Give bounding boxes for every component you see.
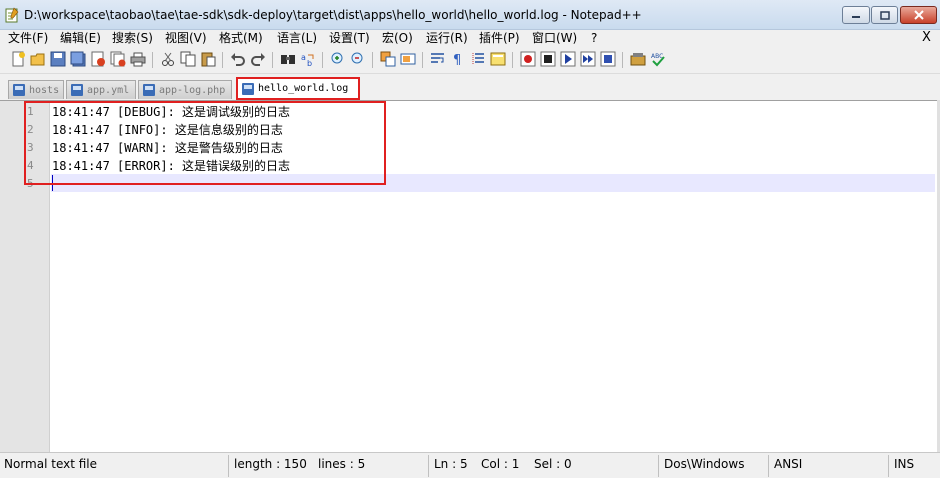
status-separator bbox=[428, 455, 429, 477]
tab-label: hello_world.log bbox=[258, 83, 349, 94]
spell-check-icon[interactable]: ABC bbox=[650, 51, 666, 67]
text-editor[interactable]: 1 2 3 4 5 18:41:47 [DEBUG]: 这是调试级别的日志 18… bbox=[0, 100, 937, 453]
menu-plugins[interactable]: 插件(P) bbox=[479, 30, 520, 46]
maximize-button[interactable] bbox=[871, 6, 898, 24]
svg-text:b: b bbox=[307, 59, 312, 67]
close-file-icon[interactable] bbox=[90, 51, 106, 67]
maximize-icon bbox=[879, 10, 890, 20]
status-separator bbox=[768, 455, 769, 477]
print-icon[interactable] bbox=[130, 51, 146, 67]
close-document-button[interactable]: X bbox=[922, 30, 931, 46]
tab-app-yml[interactable]: app.yml bbox=[66, 80, 136, 99]
close-icon bbox=[913, 10, 924, 20]
status-separator bbox=[658, 455, 659, 477]
open-file-icon[interactable] bbox=[30, 51, 46, 67]
status-selection: Sel : 0 bbox=[534, 457, 572, 471]
save-icon[interactable] bbox=[50, 51, 66, 67]
copy-icon[interactable] bbox=[180, 51, 196, 67]
menu-format[interactable]: 格式(M) bbox=[219, 30, 263, 46]
status-column: Col : 1 bbox=[481, 457, 520, 471]
close-all-icon[interactable] bbox=[110, 51, 126, 67]
stop-record-icon[interactable] bbox=[540, 51, 556, 67]
user-lang-icon[interactable] bbox=[490, 51, 506, 67]
svg-text:¶: ¶ bbox=[453, 53, 461, 67]
tab-hello-world-log[interactable]: hello_world.log bbox=[236, 77, 360, 100]
minimize-icon bbox=[852, 16, 860, 18]
show-all-chars-icon[interactable]: ¶ bbox=[450, 51, 466, 67]
menu-edit[interactable]: 编辑(E) bbox=[60, 30, 101, 46]
new-file-icon[interactable] bbox=[10, 51, 26, 67]
undo-icon[interactable] bbox=[230, 51, 246, 67]
tab-hosts[interactable]: hosts bbox=[8, 80, 64, 99]
toolbar-separator bbox=[622, 52, 623, 68]
toolbar: ab ¶ ABC bbox=[0, 46, 940, 74]
notepad-app-icon bbox=[5, 7, 19, 23]
minimize-button[interactable] bbox=[842, 6, 870, 24]
tab-label: app-log.php bbox=[159, 84, 226, 96]
toolbar-separator bbox=[422, 52, 423, 68]
document-icon bbox=[242, 82, 254, 95]
menu-help[interactable]: ? bbox=[591, 30, 597, 46]
menu-search[interactable]: 搜索(S) bbox=[112, 30, 153, 46]
menu-run[interactable]: 运行(R) bbox=[426, 30, 468, 46]
menu-bar: 文件(F) 编辑(E) 搜索(S) 视图(V) 格式(M) 语言(L) 设置(T… bbox=[0, 30, 940, 46]
title-bar: D:\workspace\taobao\tae\tae-sdk\sdk-depl… bbox=[0, 0, 940, 30]
zoom-in-icon[interactable] bbox=[330, 51, 346, 67]
redo-icon[interactable] bbox=[250, 51, 266, 67]
save-all-icon[interactable] bbox=[70, 51, 86, 67]
cut-icon[interactable] bbox=[160, 51, 176, 67]
plugin-icon[interactable] bbox=[630, 51, 646, 67]
toolbar-separator bbox=[372, 52, 373, 68]
status-separator bbox=[228, 455, 229, 477]
tab-app-log-php[interactable]: app-log.php bbox=[138, 80, 232, 99]
annotation-highlight-box bbox=[24, 101, 386, 185]
toolbar-separator bbox=[322, 52, 323, 68]
word-wrap-icon[interactable] bbox=[430, 51, 446, 67]
document-icon bbox=[71, 84, 83, 96]
paste-icon[interactable] bbox=[200, 51, 216, 67]
document-tab-bar: hosts app.yml app-log.php hello_world.lo… bbox=[0, 74, 940, 100]
replace-icon[interactable]: ab bbox=[300, 51, 316, 67]
svg-text:a: a bbox=[301, 53, 306, 62]
status-encoding: ANSI bbox=[774, 457, 803, 471]
find-icon[interactable] bbox=[280, 51, 296, 67]
toolbar-separator bbox=[152, 52, 153, 68]
status-line-number: Ln : 5 bbox=[434, 457, 468, 471]
status-lines: lines : 5 bbox=[318, 457, 366, 471]
tab-label: app.yml bbox=[87, 84, 130, 96]
status-file-type: Normal text file bbox=[4, 457, 98, 471]
status-bar: Normal text file length : 150 lines : 5 … bbox=[0, 452, 940, 478]
toolbar-separator bbox=[272, 52, 273, 68]
zoom-out-icon[interactable] bbox=[350, 51, 366, 67]
menu-view[interactable]: 视图(V) bbox=[165, 30, 207, 46]
toolbar-separator bbox=[222, 52, 223, 68]
status-separator bbox=[888, 455, 889, 477]
menu-settings[interactable]: 设置(T) bbox=[329, 30, 370, 46]
menu-macro[interactable]: 宏(O) bbox=[382, 30, 413, 46]
menu-language[interactable]: 语言(L) bbox=[277, 30, 317, 46]
window-title: D:\workspace\taobao\tae\tae-sdk\sdk-depl… bbox=[24, 8, 642, 22]
menu-file[interactable]: 文件(F) bbox=[8, 30, 48, 46]
play-macro-icon[interactable] bbox=[560, 51, 576, 67]
tab-label: hosts bbox=[29, 84, 60, 96]
menu-window[interactable]: 窗口(W) bbox=[532, 30, 577, 46]
save-macro-icon[interactable] bbox=[600, 51, 616, 67]
record-macro-icon[interactable] bbox=[520, 51, 536, 67]
indent-guide-icon[interactable] bbox=[470, 51, 486, 67]
document-icon bbox=[143, 84, 155, 96]
status-insert-mode: INS bbox=[894, 457, 915, 471]
document-icon bbox=[13, 84, 25, 96]
sync-vertical-icon[interactable] bbox=[380, 51, 396, 67]
close-window-button[interactable] bbox=[900, 6, 937, 24]
status-eol-format: Dos\Windows bbox=[664, 457, 745, 471]
sync-horizontal-icon[interactable] bbox=[400, 51, 416, 67]
toolbar-separator bbox=[512, 52, 513, 68]
status-length: length : 150 bbox=[234, 457, 307, 471]
run-macro-multiple-icon[interactable] bbox=[580, 51, 596, 67]
